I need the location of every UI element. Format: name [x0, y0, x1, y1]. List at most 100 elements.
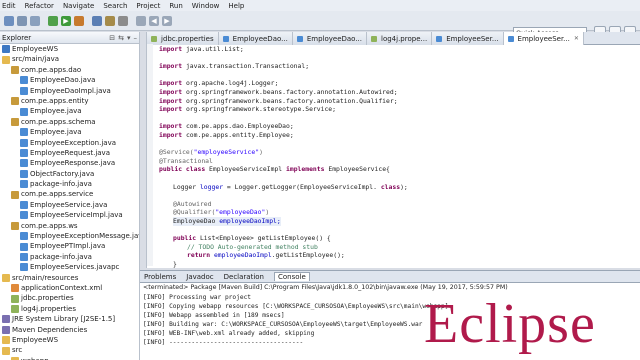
- code-token: com.pe.apps.dao.EmployeeDao;: [185, 122, 294, 131]
- link-editor-icon[interactable]: ⇆: [118, 34, 124, 42]
- tab-declaration[interactable]: Declaration: [224, 273, 264, 281]
- folder-icon: [2, 273, 10, 282]
- tree-item[interactable]: EmployeeWS: [0, 44, 139, 54]
- tree-item-label: JRE System Library [J2SE-1.5]: [12, 315, 116, 324]
- project-explorer-title: Explorer: [2, 33, 32, 42]
- minimize-icon[interactable]: –: [134, 34, 138, 42]
- tab-javadoc[interactable]: Javadoc: [186, 273, 213, 281]
- view-menu-icon[interactable]: ▾: [127, 34, 131, 42]
- menu-navigate[interactable]: Navigate: [63, 2, 94, 10]
- code-line: import java.util.List;: [159, 45, 244, 54]
- tree-item[interactable]: package-info.java: [0, 179, 139, 189]
- tree-item[interactable]: EmployeeExceptionMessage.java: [0, 231, 139, 241]
- tree-item-label: EmployeeException.java: [30, 138, 117, 147]
- tree-item[interactable]: com.pe.apps.dao: [0, 65, 139, 75]
- collapse-all-icon[interactable]: ⊟: [109, 34, 115, 42]
- search-icon[interactable]: [136, 16, 146, 26]
- tree-item-label: applicationContext.xml: [21, 283, 103, 292]
- forward-icon[interactable]: ▶: [162, 16, 172, 26]
- code-token: employeeDaoImpl;: [219, 217, 281, 225]
- tree-item-label: Maven Dependencies: [12, 325, 88, 334]
- tree-item[interactable]: Employee.java: [0, 106, 139, 116]
- tree-item-label: webapp: [21, 356, 49, 360]
- tree-item[interactable]: com.pe.apps.entity: [0, 96, 139, 106]
- tree-item[interactable]: jdbc.properties: [0, 293, 139, 303]
- java-file-icon: [20, 263, 28, 272]
- tree-item[interactable]: EmployeeService.java: [0, 200, 139, 210]
- tree-item[interactable]: EmployeeResponse.java: [0, 158, 139, 168]
- menu-run[interactable]: Run: [169, 2, 182, 10]
- tree-item[interactable]: EmployeeServices.javapc: [0, 262, 139, 272]
- java-file-icon: [20, 107, 28, 116]
- tree-item[interactable]: ObjectFactory.java: [0, 169, 139, 179]
- tree-item-label: src: [12, 346, 23, 355]
- code-token: import: [159, 79, 183, 88]
- package-icon: [11, 117, 19, 126]
- close-tab-icon[interactable]: ✕: [574, 35, 579, 42]
- code-token: org.springframework.beans.factory.annota…: [185, 96, 398, 105]
- tree-item[interactable]: applicationContext.xml: [0, 283, 139, 293]
- open-type-icon[interactable]: [118, 16, 128, 26]
- new-package-icon[interactable]: [105, 16, 115, 26]
- tree-item[interactable]: com.pe.apps.service: [0, 189, 139, 199]
- tree-item[interactable]: com.pe.apps.schema: [0, 117, 139, 127]
- external-tools-icon[interactable]: [74, 16, 84, 26]
- run-icon[interactable]: ▶: [61, 16, 71, 26]
- code-token: @Transactional: [159, 156, 213, 165]
- java-file-icon: [20, 169, 28, 178]
- tab-console[interactable]: Console: [274, 272, 310, 281]
- java-file-icon: [20, 86, 28, 95]
- print-icon[interactable]: [30, 16, 40, 26]
- tree-item[interactable]: package-info.java: [0, 252, 139, 262]
- tree-item[interactable]: log4j.properties: [0, 304, 139, 314]
- tree-item[interactable]: EmployeeDaoImpl.java: [0, 86, 139, 96]
- tree-item[interactable]: EmployeeRequest.java: [0, 148, 139, 158]
- eclipse-window: Edit Refactor Navigate Search Project Ru…: [0, 0, 640, 360]
- menu-refactor[interactable]: Refactor: [25, 2, 54, 10]
- debug-icon[interactable]: [48, 16, 58, 26]
- project-explorer-tab[interactable]: Explorer ⊟ ⇆ ▾ –: [0, 32, 139, 44]
- java-file-icon: [20, 242, 28, 251]
- tree-item[interactable]: com.pe.apps.ws: [0, 221, 139, 231]
- menu-search[interactable]: Search: [103, 2, 127, 10]
- editor-tab-label: EmployeeDao...: [232, 34, 288, 43]
- save-icon[interactable]: [17, 16, 27, 26]
- tree-item[interactable]: EmployeeWS: [0, 335, 139, 345]
- code-token: @Qualifier(: [173, 208, 216, 217]
- java-file-icon: [20, 180, 28, 189]
- tree-item[interactable]: JRE System Library [J2SE-1.5]: [0, 314, 139, 324]
- tree-item[interactable]: webapp: [0, 356, 139, 360]
- new-java-class-icon[interactable]: [92, 16, 102, 26]
- tree-item-label: com.pe.apps.service: [21, 190, 94, 199]
- code-area[interactable]: import java.util.List; import javax.trans…: [153, 44, 638, 268]
- menu-edit[interactable]: Edit: [2, 2, 16, 10]
- tab-problems[interactable]: Problems: [144, 273, 176, 281]
- tree-item[interactable]: EmployeeServiceImpl.java: [0, 210, 139, 220]
- tree-item-label: EmployeeWS: [12, 45, 59, 53]
- tree-item[interactable]: src: [0, 345, 139, 355]
- tree-item[interactable]: src/main/resources: [0, 273, 139, 283]
- code-token: Logger: [173, 182, 197, 191]
- editor-tab-label: EmployeeSer...: [517, 34, 570, 43]
- menu-window[interactable]: Window: [192, 2, 220, 10]
- java-file-icon: [20, 253, 28, 261]
- new-icon[interactable]: [4, 16, 14, 26]
- menu-project[interactable]: Project: [136, 2, 160, 10]
- tree-item[interactable]: src/main/java: [0, 54, 139, 64]
- code-token: java.util.List;: [185, 45, 244, 53]
- tree-item-label: EmployeePTImpl.java: [30, 242, 106, 251]
- folder-icon: [2, 336, 10, 345]
- tree-item[interactable]: Maven Dependencies: [0, 325, 139, 335]
- code-token: import: [159, 88, 183, 96]
- bottom-tabs: Problems Javadoc Declaration Console: [140, 271, 640, 283]
- file-icon: [296, 35, 303, 42]
- tree-item[interactable]: EmployeeException.java: [0, 138, 139, 148]
- tree-item[interactable]: Employee.java: [0, 127, 139, 137]
- tree-item[interactable]: EmployeeDao.java: [0, 75, 139, 85]
- code-line: Logger logger = Logger.getLogger(Employe…: [173, 183, 408, 192]
- back-icon[interactable]: ◀: [149, 16, 159, 26]
- tree-item[interactable]: EmployeePTImpl.java: [0, 241, 139, 251]
- code-token: return: [187, 251, 211, 260]
- tree-item-label: Employee.java: [30, 107, 82, 116]
- menu-help[interactable]: Help: [228, 2, 244, 10]
